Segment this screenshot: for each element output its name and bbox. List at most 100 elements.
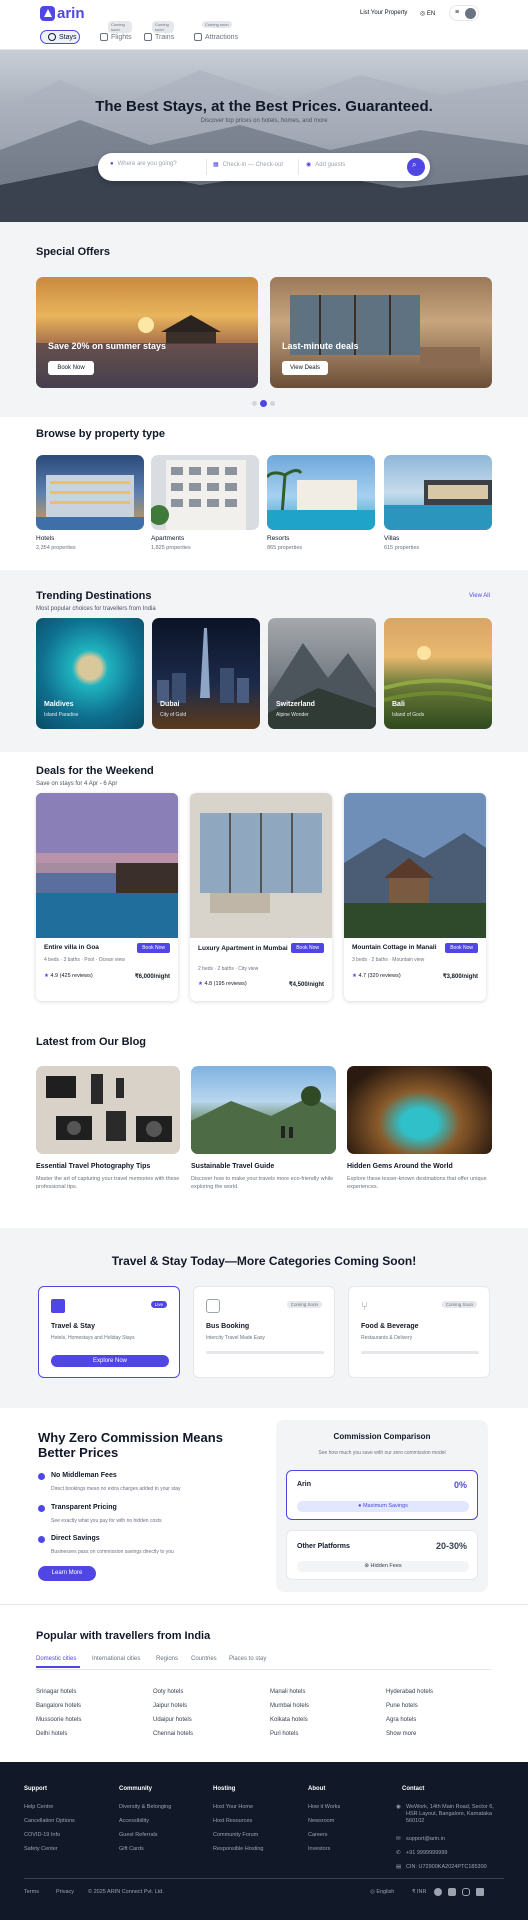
category-desc: Intercity Travel Made Easy	[206, 1335, 265, 1341]
blog-card-hidden-gems[interactable]	[347, 1066, 492, 1154]
property-type-resorts[interactable]	[267, 455, 375, 530]
footer-link[interactable]: Cancellation Options	[24, 1818, 75, 1824]
destination-card-dubai[interactable]: Dubai City of Gold	[152, 618, 260, 729]
footer-link[interactable]: Host Your Home	[213, 1804, 253, 1810]
explore-now-button[interactable]: Explore Now	[51, 1355, 169, 1367]
city-link[interactable]: Udaipur hotels	[153, 1717, 192, 1723]
offer-card-last-minute[interactable]: Last-minute deals View Deals	[270, 277, 492, 388]
tab-attractions[interactable]: Coming soon Attractions	[194, 21, 238, 45]
tab-international-cities[interactable]: International cities	[92, 1656, 140, 1662]
view-deals-button[interactable]: View Deals	[282, 361, 328, 375]
footer-link[interactable]: COVID-19 Info	[24, 1832, 60, 1838]
destination-field[interactable]: ● Where are you going?	[110, 161, 177, 167]
city-link[interactable]: Bangalore hotels	[36, 1703, 81, 1709]
footer-link[interactable]: Diversity & Belonging	[119, 1804, 171, 1810]
city-link[interactable]: Agra hotels	[386, 1717, 416, 1723]
tab-trains[interactable]: Coming soon Trains	[144, 21, 175, 45]
city-link[interactable]: Puri hotels	[270, 1731, 298, 1737]
tab-places-to-stay[interactable]: Places to stay	[229, 1656, 266, 1662]
destination-card-switzerland[interactable]: Switzerland Alpine Wonder	[268, 618, 376, 729]
tab-flights[interactable]: Coming soon Flights	[100, 21, 132, 45]
footer-link[interactable]: Community Forum	[213, 1832, 258, 1838]
city-link[interactable]: Ooty hotels	[153, 1689, 183, 1695]
city-link[interactable]: Jaipur hotels	[153, 1703, 187, 1709]
deal-meta: 4 beds · 3 baths · Pool · Ocean view	[44, 957, 125, 963]
book-now-button[interactable]: Book Now	[48, 361, 94, 375]
search-button[interactable]: ⌕	[407, 158, 425, 176]
learn-more-button[interactable]: Learn More	[38, 1566, 96, 1581]
city-link[interactable]: Chennai hotels	[153, 1731, 193, 1737]
carousel-dot[interactable]	[270, 401, 275, 406]
city-link[interactable]: Hyderabad hotels	[386, 1689, 433, 1695]
carousel-dot-active[interactable]	[260, 400, 267, 407]
city-link[interactable]: Srinagar hotels	[36, 1689, 76, 1695]
blog-card-photography[interactable]	[36, 1066, 180, 1154]
destination-card-bali[interactable]: Bali Island of Gods	[384, 618, 492, 729]
book-now-button[interactable]: Book Now	[291, 943, 324, 953]
status-badge: Coming Soon	[441, 1301, 477, 1308]
footer-link[interactable]: Guest Referrals	[119, 1832, 158, 1838]
linkedin-icon[interactable]	[476, 1888, 484, 1896]
currency-selector[interactable]: ₹ INR	[412, 1889, 427, 1895]
show-more-link[interactable]: Show more	[386, 1731, 416, 1737]
logo[interactable]: arin	[40, 5, 85, 22]
contact-email[interactable]: support@arin.in	[406, 1836, 445, 1842]
tab-countries[interactable]: Countries	[191, 1656, 217, 1662]
footer-link[interactable]: How it Works	[308, 1804, 340, 1810]
arin-label: Arin	[297, 1481, 311, 1488]
guests-field[interactable]: ◉ Add guests	[306, 161, 345, 169]
city-link[interactable]: Delhi hotels	[36, 1731, 67, 1737]
footer-link[interactable]: Responsible Hosting	[213, 1846, 263, 1852]
category-card-food: ⑂ Coming Soon Food & Beverage Restaurant…	[348, 1286, 490, 1378]
footer-link[interactable]: Help Centre	[24, 1804, 53, 1810]
user-menu-button[interactable]: ≡	[449, 5, 479, 21]
dates-field[interactable]: ▦ Check-in — Check-out	[213, 161, 283, 169]
view-all-link[interactable]: View All	[469, 593, 490, 599]
language-selector[interactable]: ◎ English	[370, 1889, 394, 1895]
book-now-button[interactable]: Book Now	[137, 943, 170, 953]
terms-link[interactable]: Terms	[24, 1889, 39, 1895]
list-property-link[interactable]: List Your Property	[360, 10, 407, 16]
footer-link[interactable]: Newsroom	[308, 1818, 334, 1824]
blog-title[interactable]: Essential Travel Photography Tips	[36, 1163, 150, 1170]
language-selector[interactable]: ◎ EN	[420, 10, 435, 17]
offer-card-summer[interactable]: Save 20% on summer stays Book Now	[36, 277, 258, 388]
footer-link[interactable]: Host Resources	[213, 1818, 252, 1824]
category-card-travel[interactable]: Live Travel & Stay Hotels, Homestays and…	[38, 1286, 180, 1378]
blog-title[interactable]: Hidden Gems Around the World	[347, 1163, 453, 1170]
blog-title[interactable]: Sustainable Travel Guide	[191, 1163, 274, 1170]
footer-link[interactable]: Investors	[308, 1846, 330, 1852]
privacy-link[interactable]: Privacy	[56, 1889, 74, 1895]
destination-card-maldives[interactable]: Maldives Island Paradise	[36, 618, 144, 729]
city-link[interactable]: Mumbai hotels	[270, 1703, 309, 1709]
deal-card[interactable]: Mountain Cottage in Manali Book Now 3 be…	[344, 793, 486, 1001]
carousel-dot[interactable]	[252, 401, 257, 406]
blog-card-sustainable[interactable]	[191, 1066, 336, 1154]
tab-stays[interactable]: Stays	[48, 29, 77, 45]
property-type-hotels[interactable]	[36, 455, 144, 530]
check-icon	[38, 1536, 45, 1543]
footer-heading: Support	[24, 1786, 47, 1792]
footer-link[interactable]: Accessibility	[119, 1818, 149, 1824]
city-link[interactable]: Kolkata hotels	[270, 1717, 308, 1723]
city-link[interactable]: Pune hotels	[386, 1703, 418, 1709]
pill-label: Maximum Savings	[362, 1503, 408, 1509]
instagram-icon[interactable]	[462, 1888, 470, 1896]
twitter-icon[interactable]	[448, 1888, 456, 1896]
property-type-apartments[interactable]	[151, 455, 259, 530]
deal-card[interactable]: Luxury Apartment in Mumbai Book Now 2 be…	[190, 793, 332, 1001]
footer-link[interactable]: Careers	[308, 1832, 328, 1838]
tab-regions[interactable]: Regions	[156, 1656, 178, 1662]
property-type-villas[interactable]	[384, 455, 492, 530]
facebook-icon[interactable]	[434, 1888, 442, 1896]
contact-phone[interactable]: +91 9999999999	[406, 1850, 447, 1856]
book-now-button[interactable]: Book Now	[445, 943, 478, 953]
city-link[interactable]: Manali hotels	[270, 1689, 305, 1695]
location-icon: ◉	[396, 1804, 401, 1810]
destination-name: Bali	[392, 701, 405, 708]
city-link[interactable]: Mussoorie hotels	[36, 1717, 81, 1723]
tab-domestic-cities[interactable]: Domestic cities	[36, 1656, 76, 1662]
deal-card[interactable]: Entire villa in Goa Book Now 4 beds · 3 …	[36, 793, 178, 1001]
footer-link[interactable]: Gift Cards	[119, 1846, 144, 1852]
footer-link[interactable]: Safety Center	[24, 1846, 58, 1852]
